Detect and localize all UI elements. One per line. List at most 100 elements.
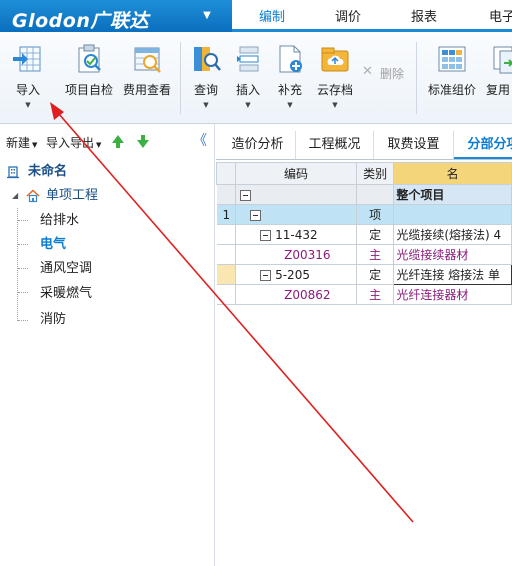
delete-button[interactable]: ✕ 删除 bbox=[360, 64, 408, 84]
name-cell[interactable]: 光纤连接器材 bbox=[393, 284, 512, 305]
cloud-archive-label: 云存档 bbox=[316, 83, 353, 97]
code-cell[interactable]: 5-205 bbox=[235, 264, 357, 285]
type-cell[interactable] bbox=[355, 184, 395, 205]
import-export-dropdown[interactable]: 导入导出 ▼ bbox=[46, 134, 101, 151]
move-down-icon[interactable] bbox=[137, 135, 149, 148]
delete-label: 删除 bbox=[380, 67, 405, 81]
name-cell[interactable]: 光缆接续(熔接法) 4 bbox=[393, 224, 512, 245]
code-text: 5-205 bbox=[275, 267, 310, 282]
menu-tab-edit[interactable]: 编制 bbox=[244, 0, 300, 32]
header-type[interactable]: 类别 bbox=[355, 162, 395, 185]
collapse-box-icon[interactable] bbox=[250, 209, 262, 221]
tree-project-label: 单项工程 bbox=[46, 188, 99, 203]
code-cell[interactable]: 11-432 bbox=[235, 224, 357, 245]
header-name[interactable]: 名 bbox=[393, 162, 512, 185]
collapse-box-icon[interactable] bbox=[240, 189, 252, 201]
type-cell[interactable]: 主 bbox=[355, 284, 395, 305]
reuse-label: 复用 bbox=[486, 83, 511, 97]
code-text: 11-432 bbox=[275, 227, 318, 242]
reuse-icon bbox=[493, 46, 512, 74]
code-cell[interactable] bbox=[235, 184, 357, 205]
dropdown-arrow-icon: ▼ bbox=[203, 101, 209, 109]
menu-tab-electronic[interactable]: 电子 bbox=[474, 0, 512, 32]
table-row[interactable]: Z00316 主 光缆接续器材 bbox=[216, 244, 512, 265]
dropdown-arrow-icon: ▼ bbox=[332, 101, 338, 109]
header-rownum bbox=[215, 162, 237, 185]
standard-pricing-label: 标准组价 bbox=[427, 83, 476, 97]
cloud-archive-button[interactable]: 云存档 ▼ bbox=[312, 40, 358, 118]
tab-cost-analysis[interactable]: 造价分析 bbox=[220, 131, 296, 159]
app-logo[interactable]: Glodon广联达 ▼ bbox=[0, 0, 232, 32]
project-tree-pane: 新建 ▼ 导入导出 ▼ 《 未命名 ◢ 单项工程 给排水 电气 通风空调 采暖燃… bbox=[0, 124, 215, 566]
tab-sub-items[interactable]: 分部分项 bbox=[454, 131, 512, 159]
import-label: 导入 bbox=[15, 83, 40, 97]
logo-text: Glodon广联达 bbox=[12, 10, 149, 32]
tab-fee-settings[interactable]: 取费设置 bbox=[374, 131, 454, 159]
type-cell[interactable]: 主 bbox=[355, 244, 395, 265]
table-row[interactable]: Z00862 主 光纤连接器材 bbox=[216, 284, 512, 305]
import-icon bbox=[13, 46, 41, 72]
tree-node-project[interactable]: ◢ 单项工程 bbox=[0, 184, 215, 208]
import-button[interactable]: 导入 ▼ bbox=[6, 40, 50, 118]
tree-root-label: 未命名 bbox=[28, 164, 68, 179]
code-cell[interactable]: Z00862 bbox=[235, 284, 357, 305]
menu-tab-price-adjust[interactable]: 调价 bbox=[320, 0, 376, 32]
reuse-button[interactable]: 复用 bbox=[484, 40, 512, 118]
delete-icon: ✕ bbox=[362, 64, 373, 79]
collapse-box-icon[interactable] bbox=[260, 229, 272, 241]
tab-project-overview[interactable]: 工程概况 bbox=[296, 131, 374, 159]
standard-pricing-button[interactable]: 标准组价 bbox=[424, 40, 480, 118]
move-up-icon[interactable] bbox=[112, 135, 124, 148]
insert-button[interactable]: 插入 ▼ bbox=[228, 40, 268, 118]
tree-item-electrical[interactable]: 电气 bbox=[0, 233, 215, 257]
project-check-button[interactable]: 项目自检 bbox=[60, 40, 118, 118]
chevron-down-icon[interactable]: ▼ bbox=[198, 7, 216, 25]
tree-node-root[interactable]: 未命名 bbox=[0, 160, 215, 184]
name-cell[interactable]: 光缆接续器材 bbox=[393, 244, 512, 265]
code-cell[interactable] bbox=[235, 204, 357, 225]
name-cell[interactable]: 整个项目 bbox=[393, 184, 512, 205]
tree-item-fire[interactable]: 消防 bbox=[0, 308, 215, 332]
tree-item-water[interactable]: 给排水 bbox=[0, 209, 215, 233]
table-row-selected[interactable]: 5-205 定 光纤连接 熔接法 单 bbox=[216, 264, 512, 285]
type-cell[interactable]: 定 bbox=[355, 224, 395, 245]
table-row[interactable]: 1 项 bbox=[216, 204, 512, 225]
tree-item-label: 通风空调 bbox=[40, 261, 93, 276]
table-row[interactable]: 整个项目 bbox=[216, 184, 512, 205]
code-cell[interactable]: Z00316 bbox=[235, 244, 357, 265]
tree-item-heating-gas[interactable]: 采暖燃气 bbox=[0, 282, 215, 306]
new-label: 新建 bbox=[6, 136, 31, 150]
name-cell[interactable] bbox=[393, 204, 512, 225]
menu-bar: Glodon广联达 ▼ 编制 调价 报表 电子 bbox=[0, 0, 512, 32]
project-check-icon bbox=[78, 44, 101, 73]
tree-item-label: 采暖燃气 bbox=[40, 286, 93, 301]
name-cell[interactable]: 光纤连接 熔接法 单 bbox=[393, 264, 512, 285]
expand-triangle-icon[interactable]: ◢ bbox=[12, 184, 18, 208]
row-number bbox=[216, 224, 237, 245]
type-cell[interactable]: 项 bbox=[355, 204, 395, 225]
menu-tab-reports[interactable]: 报表 bbox=[396, 0, 452, 32]
row-number bbox=[216, 184, 237, 205]
collapse-pane-icon[interactable]: 《 bbox=[193, 130, 207, 150]
supplement-button[interactable]: 补充 ▼ bbox=[270, 40, 310, 118]
dropdown-arrow-icon: ▼ bbox=[245, 101, 251, 109]
insert-label: 插入 bbox=[235, 83, 260, 97]
supplement-icon bbox=[279, 45, 302, 73]
ribbon-separator bbox=[416, 42, 417, 114]
home-icon bbox=[26, 189, 40, 203]
cost-view-icon bbox=[134, 47, 161, 73]
new-dropdown[interactable]: 新建 ▼ bbox=[6, 134, 37, 151]
collapse-box-icon[interactable] bbox=[260, 269, 272, 281]
table-row[interactable]: 11-432 定 光缆接续(熔接法) 4 bbox=[216, 224, 512, 245]
dropdown-arrow-icon: ▼ bbox=[25, 101, 31, 109]
query-button[interactable]: 查询 ▼ bbox=[186, 40, 226, 118]
header-code[interactable]: 编码 bbox=[235, 162, 357, 185]
chevron-down-icon: ▼ bbox=[32, 141, 38, 149]
type-cell[interactable]: 定 bbox=[355, 264, 395, 285]
row-number bbox=[216, 244, 237, 265]
row-number bbox=[216, 264, 237, 285]
tree-item-hvac[interactable]: 通风空调 bbox=[0, 257, 215, 281]
query-label: 查询 bbox=[193, 83, 218, 97]
cost-view-button[interactable]: 费用查看 bbox=[120, 40, 174, 118]
standard-pricing-icon bbox=[438, 46, 466, 72]
